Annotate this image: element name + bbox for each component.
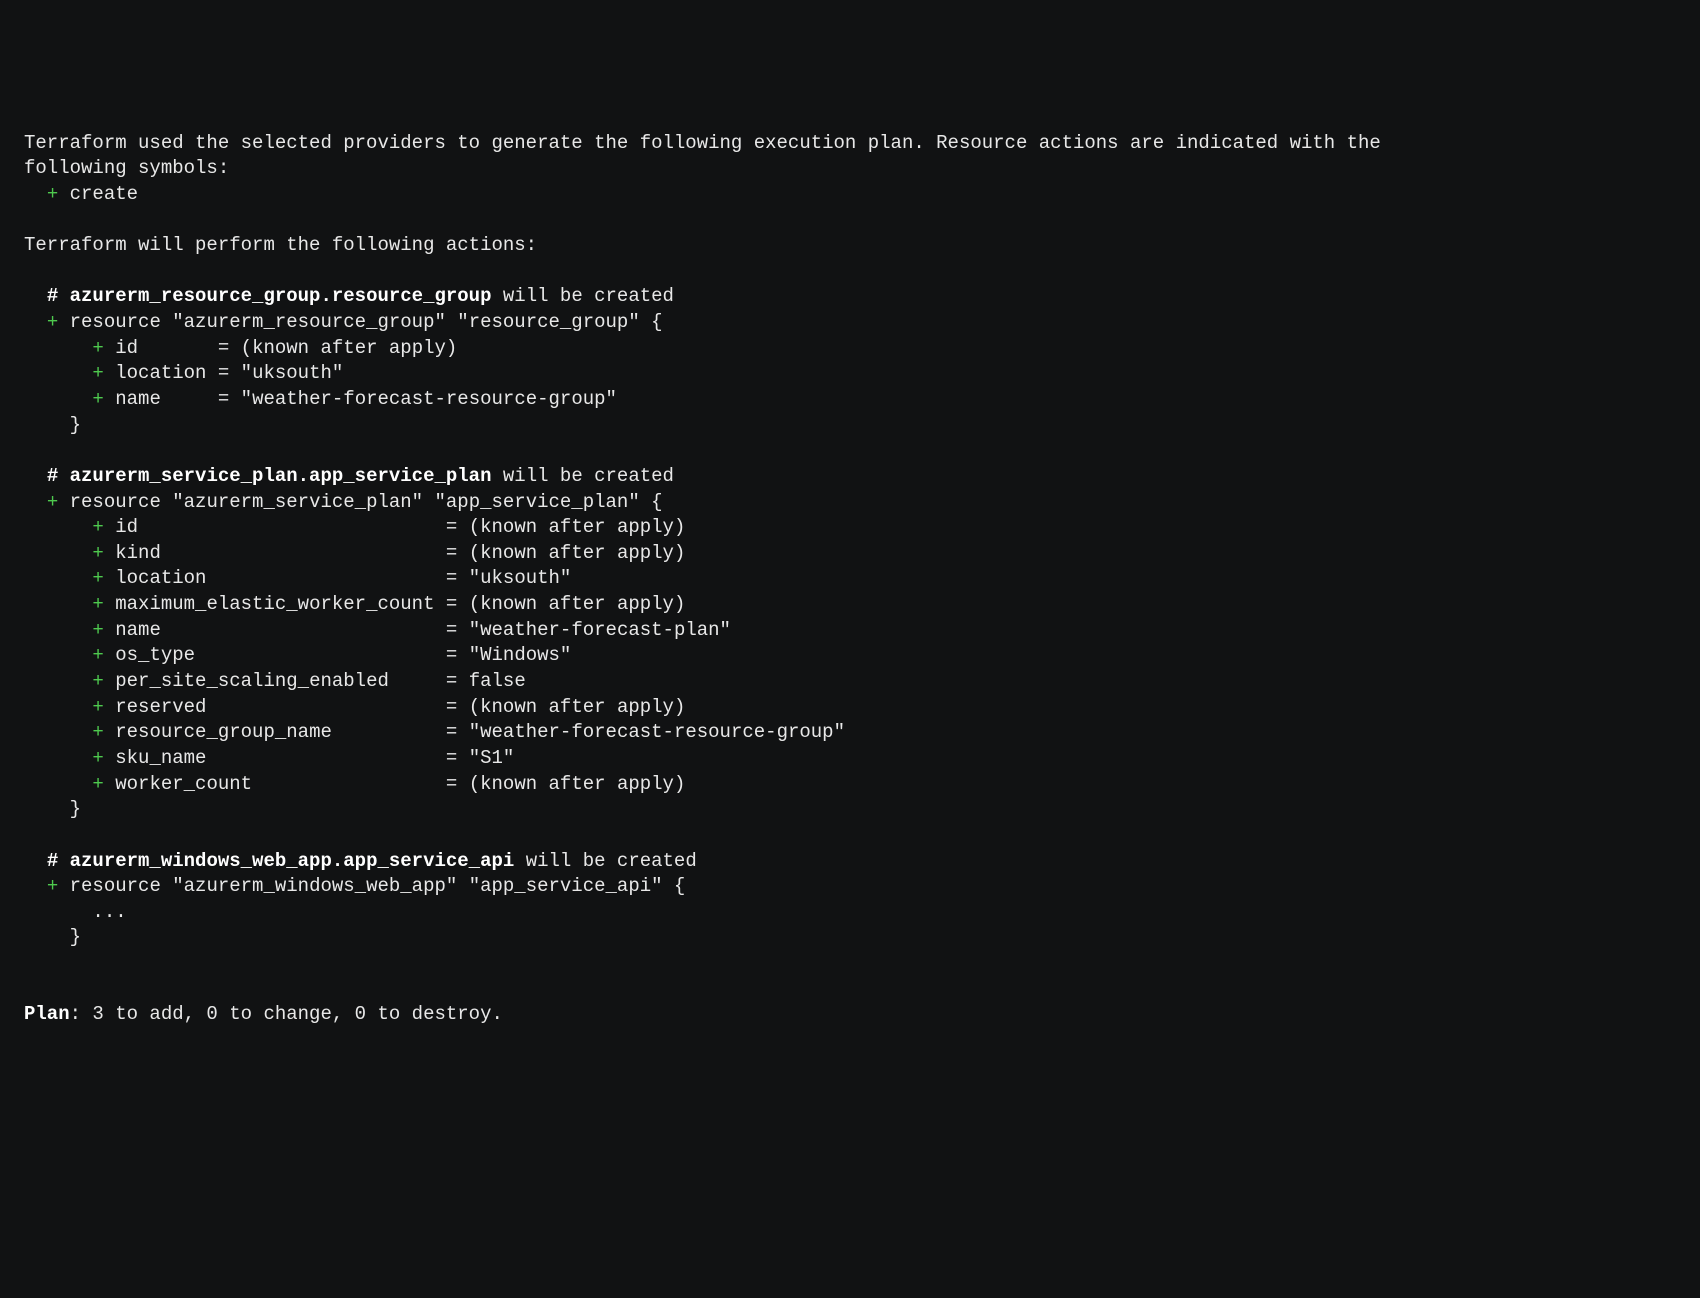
add-symbol: + — [92, 619, 103, 641]
add-symbol: + — [92, 516, 103, 538]
add-symbol: + — [92, 747, 103, 769]
attr-value: (known after apply) — [469, 542, 686, 564]
block-close: } — [70, 798, 81, 820]
add-symbol: + — [92, 567, 103, 589]
actions-header: Terraform will perform the following act… — [24, 234, 537, 256]
resource-comment-suffix: will be created — [526, 850, 697, 872]
resource-comment: # azurerm_service_plan.app_service_plan — [47, 465, 492, 487]
attr-key: maximum_elastic_worker_count — [115, 593, 434, 615]
add-symbol: + — [92, 773, 103, 795]
terminal-output: Terraform used the selected providers to… — [24, 131, 1676, 1028]
attr-key: location — [115, 567, 434, 589]
attr-key: reserved — [115, 696, 434, 718]
attr-value: "weather-forecast-plan" — [469, 619, 731, 641]
add-symbol: + — [92, 542, 103, 564]
resource-decl: resource "azurerm_service_plan" "app_ser… — [70, 491, 663, 513]
resource-comment-suffix: will be created — [503, 465, 674, 487]
attr-key: kind — [115, 542, 434, 564]
resource-comment: # azurerm_windows_web_app.app_service_ap… — [47, 850, 514, 872]
attr-value: (known after apply) — [469, 773, 686, 795]
add-symbol: + — [92, 337, 103, 359]
attr-key: id — [115, 337, 206, 359]
block-close: } — [70, 414, 81, 436]
attr-value: (known after apply) — [469, 593, 686, 615]
attr-value: "S1" — [469, 747, 515, 769]
add-symbol: + — [92, 670, 103, 692]
resource-comment-suffix: will be created — [503, 285, 674, 307]
add-symbol: + — [92, 388, 103, 410]
attr-key: os_type — [115, 644, 434, 666]
add-symbol: + — [92, 644, 103, 666]
plan-prefix: Plan — [24, 1003, 70, 1025]
intro-line1: Terraform used the selected providers to… — [24, 132, 1381, 154]
attr-key: worker_count — [115, 773, 434, 795]
add-symbol: + — [92, 721, 103, 743]
add-symbol: + — [92, 362, 103, 384]
attr-value: "Windows" — [469, 644, 572, 666]
ellipsis: ... — [92, 901, 126, 923]
add-symbol: + — [92, 593, 103, 615]
attr-value: "uksouth" — [241, 362, 344, 384]
resource-comment: # azurerm_resource_group.resource_group — [47, 285, 492, 307]
create-symbol: + — [47, 183, 58, 205]
attr-value: (known after apply) — [469, 516, 686, 538]
create-label: create — [70, 183, 138, 205]
attr-value: "uksouth" — [469, 567, 572, 589]
attr-key: sku_name — [115, 747, 434, 769]
attr-value: (known after apply) — [241, 337, 458, 359]
attr-value: "weather-forecast-resource-group" — [469, 721, 845, 743]
attr-key: id — [115, 516, 434, 538]
resource-decl: resource "azurerm_windows_web_app" "app_… — [70, 875, 686, 897]
add-symbol: + — [47, 491, 58, 513]
attr-key: name — [115, 388, 206, 410]
attr-key: per_site_scaling_enabled — [115, 670, 434, 692]
attr-key: location — [115, 362, 206, 384]
add-symbol: + — [47, 311, 58, 333]
resource-decl: resource "azurerm_resource_group" "resou… — [70, 311, 663, 333]
attr-key: name — [115, 619, 434, 641]
intro-line2: following symbols: — [24, 157, 229, 179]
attr-value: false — [469, 670, 526, 692]
add-symbol: + — [92, 696, 103, 718]
attr-value: "weather-forecast-resource-group" — [241, 388, 617, 410]
resource-blocks: # azurerm_resource_group.resource_group … — [24, 285, 845, 948]
block-close: } — [70, 926, 81, 948]
attr-value: (known after apply) — [469, 696, 686, 718]
plan-text: : 3 to add, 0 to change, 0 to destroy. — [70, 1003, 503, 1025]
add-symbol: + — [47, 875, 58, 897]
attr-key: resource_group_name — [115, 721, 434, 743]
